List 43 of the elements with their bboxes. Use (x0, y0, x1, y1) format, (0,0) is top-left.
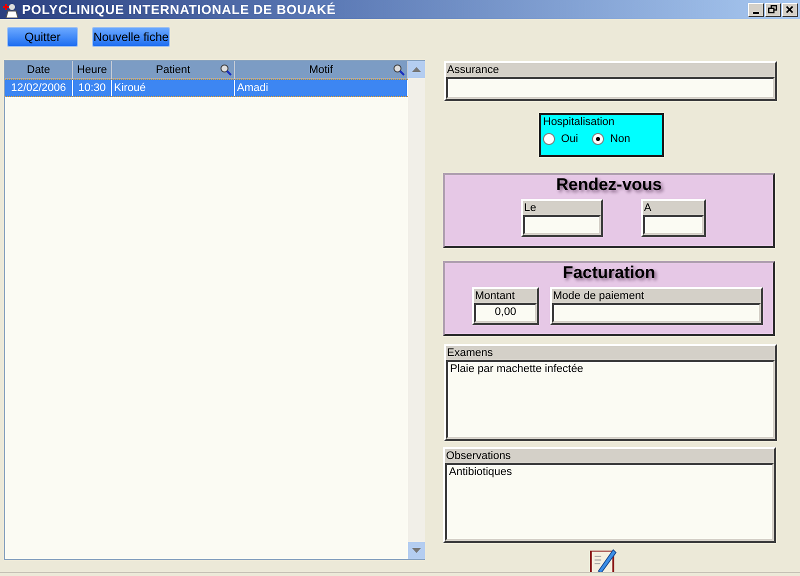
radio-option[interactable]: Non (592, 131, 630, 148)
field-label: A (643, 201, 652, 215)
radio-label: Oui (561, 132, 578, 147)
toolbar-button[interactable]: Quitter (7, 27, 78, 47)
radio-label: Non (610, 132, 630, 147)
search-icon[interactable] (220, 64, 232, 76)
input-field[interactable] (643, 215, 704, 235)
scroll-down-button[interactable] (408, 542, 425, 559)
field-label: Assurance (446, 63, 500, 77)
radio-option[interactable]: Oui (543, 131, 578, 148)
text-area[interactable]: Plaie par machette infectée (446, 360, 775, 439)
radio-button[interactable] (543, 133, 555, 146)
table-cell: Kiroué (112, 80, 235, 96)
column-label: Heure (77, 62, 107, 78)
scrollbar[interactable] (408, 61, 425, 559)
text-area[interactable]: Antibiotiques (445, 463, 774, 541)
doctor-icon (2, 2, 18, 18)
close-button[interactable] (782, 2, 798, 16)
input-field[interactable] (552, 303, 761, 323)
search-icon[interactable] (393, 64, 405, 76)
table-cell: 10:30 (73, 80, 112, 96)
table-row[interactable]: 12/02/2006 10:30 Kiroué Amadi (5, 79, 408, 97)
section-title: Rendez-vous (556, 175, 662, 195)
restore-button[interactable] (765, 2, 781, 16)
field-label: Examens (446, 346, 494, 360)
input-field[interactable] (523, 215, 601, 235)
field-label: Le (523, 201, 538, 215)
radio-button[interactable] (592, 133, 604, 146)
group-label: Hospitalisation (543, 115, 616, 129)
notebook-pen-icon[interactable] (588, 547, 618, 573)
toolbar-button[interactable]: Nouvelle fiche (92, 27, 170, 47)
input-field[interactable] (446, 77, 775, 99)
minimize-button[interactable] (748, 2, 764, 16)
column-label: Date (26, 62, 50, 78)
field-label: Montant (474, 289, 516, 303)
field-label: Observations (445, 449, 512, 463)
window-title: POLYCLINIQUE INTERNATIONALE DE BOUAKÉ (22, 0, 336, 19)
section-title: Facturation (562, 263, 656, 283)
column-label: Patient (156, 62, 190, 78)
input-field[interactable]: 0,00 (474, 303, 537, 323)
column-label: Motif (309, 62, 333, 78)
table-cell: 12/02/2006 (5, 80, 73, 96)
field-label: Mode de paiement (552, 289, 646, 303)
